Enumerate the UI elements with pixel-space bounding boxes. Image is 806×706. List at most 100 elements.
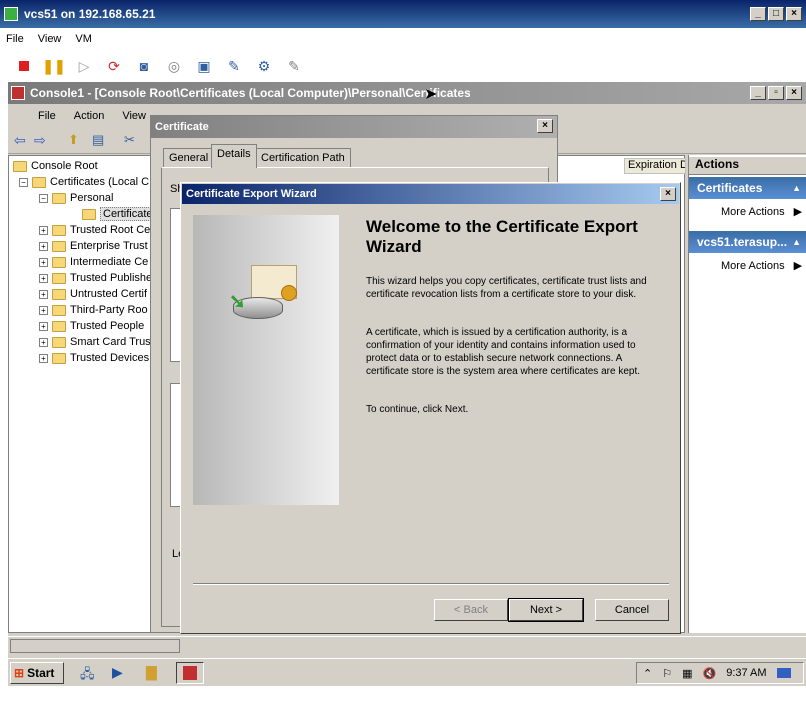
wizard-heading: Welcome to the Certificate Export Wizard [366, 217, 638, 256]
forward-icon[interactable]: ⇨ [34, 132, 46, 149]
cancel-button[interactable]: Cancel [595, 599, 669, 621]
pause-icon[interactable]: ❚❚ [42, 56, 65, 76]
volume-muted-icon[interactable]: 🔇 [703, 667, 717, 680]
tree-item[interactable]: Certificates [69, 206, 162, 222]
tree-item[interactable]: + Trusted Devices [39, 350, 149, 366]
tree-item[interactable]: + Untrusted Certif [39, 286, 147, 302]
play-icon[interactable]: ▷ [74, 56, 94, 76]
tree-item-label: Console Root [31, 160, 98, 172]
horizontal-scrollbar[interactable] [10, 639, 180, 653]
taskbar: ⊞ Start 🖧 ▶ ▇ ⌃ ⚐ ▦ 🔇 9:37 AM [8, 658, 806, 686]
tree-item-label: Intermediate Ce [70, 256, 149, 268]
actions-section-certificates[interactable]: Certificates ▲ [689, 177, 806, 199]
folder-icon [13, 160, 27, 172]
wizard-paragraph-1: This wizard helps you copy certificates,… [366, 276, 647, 300]
mmc-restore-button[interactable]: ▫ [768, 86, 784, 100]
explorer-icon[interactable]: ▇ [146, 664, 157, 681]
menu-file[interactable]: File [6, 33, 24, 45]
flag-icon[interactable]: ⚐ [662, 667, 672, 680]
tab-details[interactable]: Details [211, 144, 257, 168]
maximize-button[interactable]: □ [768, 7, 784, 21]
expand-icon[interactable]: + [39, 241, 48, 251]
actions-section-vcs51[interactable]: vcs51.terasup... ▲ [689, 231, 806, 253]
powershell-icon[interactable]: ▶ [112, 664, 123, 681]
folder-icon [82, 208, 96, 220]
expand-icon[interactable]: + [39, 257, 48, 267]
folder-icon [52, 240, 66, 252]
column-header-expiration[interactable]: Expiration D [624, 158, 686, 174]
collapse-icon[interactable]: − [39, 193, 48, 203]
expand-icon[interactable]: + [39, 353, 48, 363]
show-desktop-icon[interactable] [776, 668, 791, 678]
show-hidden-icons-icon[interactable]: ⌃ [643, 667, 652, 680]
certificate-export-wizard: Certificate Export Wizard × ➘ Welcome to… [180, 182, 681, 634]
mmc-menu-view[interactable]: View [122, 110, 146, 122]
tree-item[interactable]: + Intermediate Ce [39, 254, 148, 270]
tree-item[interactable]: Console Root [13, 158, 98, 174]
arrow-right-icon: ▶ [793, 206, 803, 218]
tree-item[interactable]: + Enterprise Trust [39, 238, 148, 254]
menu-view[interactable]: View [38, 33, 62, 45]
expand-icon[interactable]: + [39, 337, 48, 347]
tab-general[interactable]: General [163, 148, 215, 168]
tree-item[interactable]: + Trusted Root Ce [39, 222, 150, 238]
expand-icon[interactable]: + [39, 273, 48, 283]
more-actions-1[interactable]: More Actions ▶ [721, 205, 802, 218]
tree-item[interactable]: − Personal [39, 190, 113, 206]
mouse-cursor-icon: ➤ [424, 86, 438, 103]
windows-logo-icon: ⊞ [14, 666, 25, 680]
stop-icon[interactable] [14, 56, 34, 76]
disconnect-device-icon[interactable]: ✎ [284, 56, 304, 76]
mmc-title-bar: Console1 - [Console Root\Certificates (L… [8, 82, 806, 104]
tree-item[interactable]: + Third-Party Roo [39, 302, 148, 318]
collapse-icon[interactable]: − [19, 177, 28, 187]
tree-item[interactable]: + Smart Card Trus [39, 334, 151, 350]
tree-item-label: Trusted People [70, 320, 145, 332]
vm-menubar: File View VM [6, 28, 92, 50]
collapse-icon[interactable]: ▲ [792, 183, 801, 193]
connect-device-icon[interactable]: ⚙ [254, 56, 274, 76]
mmc-title: Console1 - [Console Root\Certificates (L… [30, 86, 470, 100]
expand-icon[interactable]: + [39, 225, 48, 235]
menu-vm[interactable]: VM [75, 33, 92, 45]
network-icon[interactable]: ▦ [682, 667, 692, 680]
status-bar [8, 636, 806, 656]
snapshot-manager-icon[interactable]: ▣ [194, 56, 214, 76]
wizard-paragraph-2: A certificate, which is issued by a cert… [366, 327, 640, 377]
folder-icon [52, 224, 66, 236]
tree-item[interactable]: + Trusted Publishe [39, 270, 152, 286]
collapse-icon[interactable]: ▲ [792, 237, 801, 247]
back-button[interactable]: < Back [434, 599, 508, 621]
next-button[interactable]: Next > [508, 598, 584, 622]
mmc-close-button[interactable]: × [786, 86, 802, 100]
expand-icon[interactable]: + [39, 289, 48, 299]
cut-icon[interactable]: ✂ [124, 132, 135, 148]
start-button[interactable]: ⊞ Start [10, 662, 64, 684]
revert-icon[interactable]: ◎ [164, 56, 184, 76]
mmc-menu-action[interactable]: Action [74, 110, 105, 122]
snapshot-icon[interactable]: ◙ [134, 56, 154, 76]
expand-icon[interactable]: + [39, 305, 48, 315]
tree-item-label: Third-Party Roo [70, 304, 148, 316]
show-hide-tree-icon[interactable]: ▤ [92, 132, 104, 148]
tab-certification-path[interactable]: Certification Path [255, 148, 351, 168]
tree-item[interactable]: − Certificates (Local C [19, 174, 149, 190]
up-folder-icon[interactable]: ⬆ [68, 132, 79, 148]
more-actions-2[interactable]: More Actions ▶ [721, 259, 802, 272]
mmc-taskbar-button[interactable] [176, 662, 204, 684]
mmc-minimize-button[interactable]: _ [750, 86, 766, 100]
tree-item[interactable]: + Trusted People [39, 318, 144, 334]
mmc-menu-file[interactable]: File [38, 110, 56, 122]
reset-icon[interactable]: ⟳ [104, 56, 124, 76]
close-button[interactable]: × [786, 7, 802, 21]
expand-icon[interactable]: + [39, 321, 48, 331]
edit-settings-icon[interactable]: ✎ [224, 56, 244, 76]
wizard-separator [193, 583, 669, 585]
server-manager-icon[interactable]: 🖧 [80, 665, 95, 687]
minimize-button[interactable]: _ [750, 7, 766, 21]
back-icon[interactable]: ⇦ [14, 132, 26, 149]
vm-app-icon [4, 7, 18, 21]
certificate-dialog-close-button[interactable]: × [537, 119, 553, 133]
clock[interactable]: 9:37 AM [726, 667, 766, 679]
wizard-close-button[interactable]: × [660, 187, 676, 201]
